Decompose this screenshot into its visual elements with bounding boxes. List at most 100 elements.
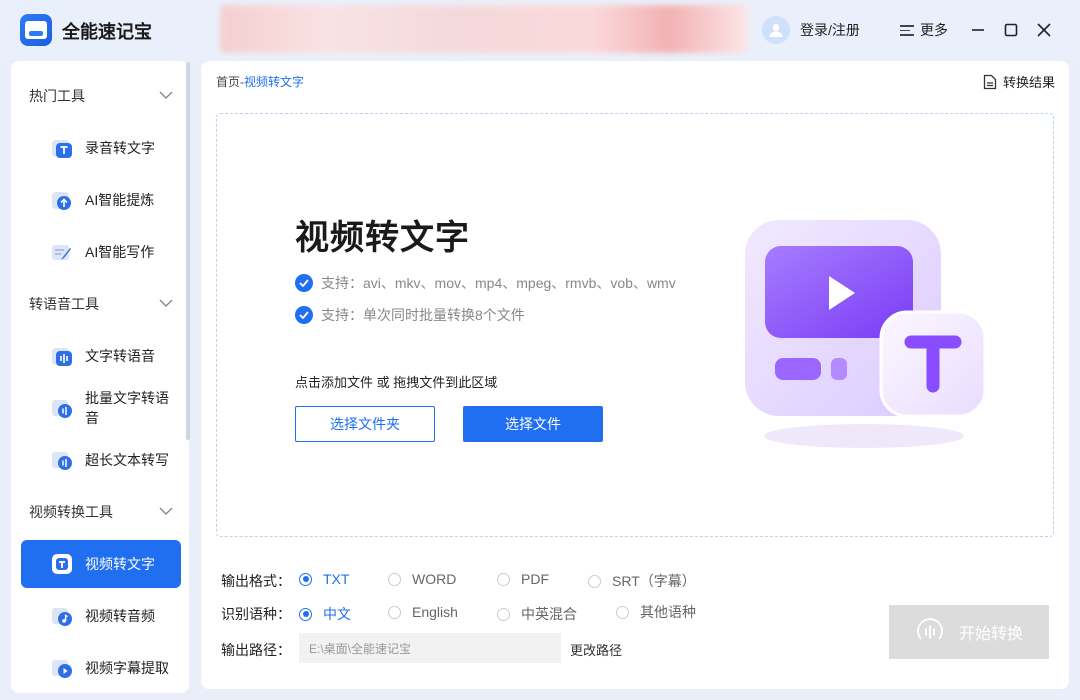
sidebar-item-label: 视频字幕提取	[85, 660, 169, 676]
sidebar-scrollbar[interactable]	[186, 62, 190, 440]
format-radio-srt[interactable]: SRT（字幕）	[588, 571, 696, 591]
ad-banner[interactable]	[220, 5, 748, 53]
radio-dot	[616, 605, 629, 619]
sidebar-item-label: 视频转文字	[85, 556, 155, 572]
format-radio-pdf[interactable]: PDF	[497, 571, 549, 587]
radio-dot	[299, 607, 312, 621]
language-radio-other[interactable]: 其他语种	[616, 602, 696, 622]
radio-dot	[388, 605, 401, 619]
start-conversion-button[interactable]: 开始转换	[889, 605, 1049, 659]
sidebar-item-label: 批量文字转语音	[85, 390, 169, 426]
sidebar-item-ai-extract[interactable]: AI智能提炼	[21, 176, 181, 224]
app-logo-icon	[20, 14, 52, 46]
radio-dot	[388, 572, 401, 586]
video-to-text-illustration-icon	[745, 220, 987, 448]
conversion-result-button[interactable]: 转换结果	[983, 72, 1055, 91]
language-radio-mixed[interactable]: 中英混合	[497, 604, 577, 624]
check-circle-icon	[295, 274, 313, 292]
document-icon	[983, 74, 997, 89]
sidebar-group-title: 转语音工具	[29, 296, 99, 312]
language-option-label: 中文	[323, 606, 351, 622]
select-folder-button[interactable]: 选择文件夹	[295, 406, 435, 442]
ai-extract-icon	[52, 192, 71, 210]
support-formats: 支持：avi、mkv、mov、mp4、mpeg、rmvb、vob、wmv	[295, 273, 676, 293]
chevron-down-icon	[159, 507, 173, 515]
sidebar-item-label: 文字转语音	[85, 348, 155, 364]
breadcrumb-current: 视频转文字	[244, 75, 305, 89]
language-label: 识别语种：	[221, 606, 291, 622]
radio-dot	[497, 607, 510, 621]
menu-icon	[900, 24, 914, 36]
title-bar: 全能速记宝 登录/注册 更多	[0, 0, 1080, 60]
sidebar-item-text-to-speech[interactable]: 文字转语音	[21, 332, 181, 380]
avatar-icon	[762, 16, 790, 44]
ai-write-icon	[52, 245, 71, 260]
language-radio-chinese[interactable]: 中文	[299, 604, 351, 624]
check-circle-icon	[295, 306, 313, 324]
language-option-label: 中英混合	[521, 606, 577, 622]
breadcrumb: 首页-视频转文字	[216, 73, 304, 90]
breadcrumb-home[interactable]: 首页	[216, 75, 240, 89]
long-text-icon	[52, 452, 72, 470]
sidebar-item-subtitle-extract[interactable]: 视频字幕提取	[21, 644, 181, 692]
format-option-label: PDF	[521, 571, 549, 587]
sidebar-item-label: AI智能写作	[85, 244, 155, 260]
sidebar-group-speech-tools[interactable]: 转语音工具	[11, 288, 189, 320]
sidebar-group-video-tools[interactable]: 视频转换工具	[11, 496, 189, 528]
sidebar-item-label: AI智能提炼	[85, 192, 155, 208]
maximize-icon[interactable]	[1001, 20, 1021, 40]
language-option-label: 其他语种	[640, 604, 696, 620]
sidebar-group-title: 热门工具	[29, 88, 85, 104]
more-label: 更多	[920, 22, 948, 38]
sidebar-item-audio-to-text[interactable]: 录音转文字	[21, 124, 181, 172]
sidebar-group-title: 视频转换工具	[29, 504, 113, 520]
sidebar-item-label: 录音转文字	[85, 140, 155, 156]
format-radio-txt[interactable]: TXT	[299, 571, 349, 587]
close-icon[interactable]	[1034, 20, 1054, 40]
support-batch-text: 支持：单次同时批量转换8个文件	[321, 307, 525, 323]
audio-to-text-icon	[52, 140, 72, 158]
sidebar-item-video-to-text[interactable]: 视频转文字	[21, 540, 181, 588]
file-drop-zone[interactable]: 视频转文字 支持：avi、mkv、mov、mp4、mpeg、rmvb、vob、w…	[216, 113, 1054, 537]
text-to-speech-icon	[52, 348, 72, 366]
sidebar-item-label: 超长文本转写	[85, 452, 169, 468]
output-format-label: 输出格式：	[221, 573, 291, 589]
sidebar-item-label: 视频转音频	[85, 608, 155, 624]
output-path-label: 输出路径：	[221, 642, 291, 658]
login-label: 登录/注册	[800, 22, 860, 38]
language-option-label: English	[412, 604, 458, 620]
select-file-button[interactable]: 选择文件	[463, 406, 603, 442]
minimize-icon[interactable]	[968, 20, 988, 40]
output-path-field[interactable]: E:\桌面\全能速记宝	[299, 633, 561, 663]
login-button[interactable]: 登录/注册	[762, 16, 860, 44]
conversion-result-label: 转换结果	[1002, 75, 1055, 90]
format-option-label: SRT（字幕）	[612, 573, 696, 589]
support-batch: 支持：单次同时批量转换8个文件	[295, 305, 525, 325]
video-to-text-icon	[52, 554, 72, 574]
start-conversion-label: 开始转换	[958, 626, 1023, 643]
chevron-down-icon	[159, 91, 173, 99]
main-panel: 首页-视频转文字 转换结果 视频转文字 支持：avi、mkv、mov、mp4、m…	[201, 61, 1069, 689]
radio-dot	[497, 572, 510, 586]
subtitle-extract-icon	[52, 660, 72, 678]
more-menu-button[interactable]: 更多	[900, 20, 948, 40]
sidebar-item-ai-write[interactable]: AI智能写作	[21, 228, 181, 276]
page-title: 视频转文字	[295, 219, 470, 257]
change-path-button[interactable]: 更改路径	[570, 640, 622, 659]
support-formats-text: 支持：avi、mkv、mov、mp4、mpeg、rmvb、vob、wmv	[321, 275, 676, 291]
sidebar: 热门工具 录音转文字 AI智能提炼 AI智能写作 转语音工具 文字转语音 批量文…	[11, 61, 189, 693]
video-to-audio-icon	[52, 608, 72, 626]
batch-text-to-speech-icon	[52, 400, 72, 418]
radio-dot	[588, 574, 601, 588]
audio-wave-icon	[917, 618, 943, 640]
sidebar-item-video-to-audio[interactable]: 视频转音频	[21, 592, 181, 640]
chevron-down-icon	[159, 299, 173, 307]
radio-dot	[299, 572, 312, 586]
sidebar-item-long-text[interactable]: 超长文本转写	[21, 436, 181, 484]
language-radio-english[interactable]: English	[388, 604, 458, 620]
format-option-label: WORD	[412, 571, 457, 587]
sidebar-item-batch-text-to-speech[interactable]: 批量文字转语音	[21, 384, 181, 432]
sidebar-group-hot-tools[interactable]: 热门工具	[11, 80, 189, 112]
format-radio-word[interactable]: WORD	[388, 571, 456, 587]
format-option-label: TXT	[323, 571, 350, 587]
